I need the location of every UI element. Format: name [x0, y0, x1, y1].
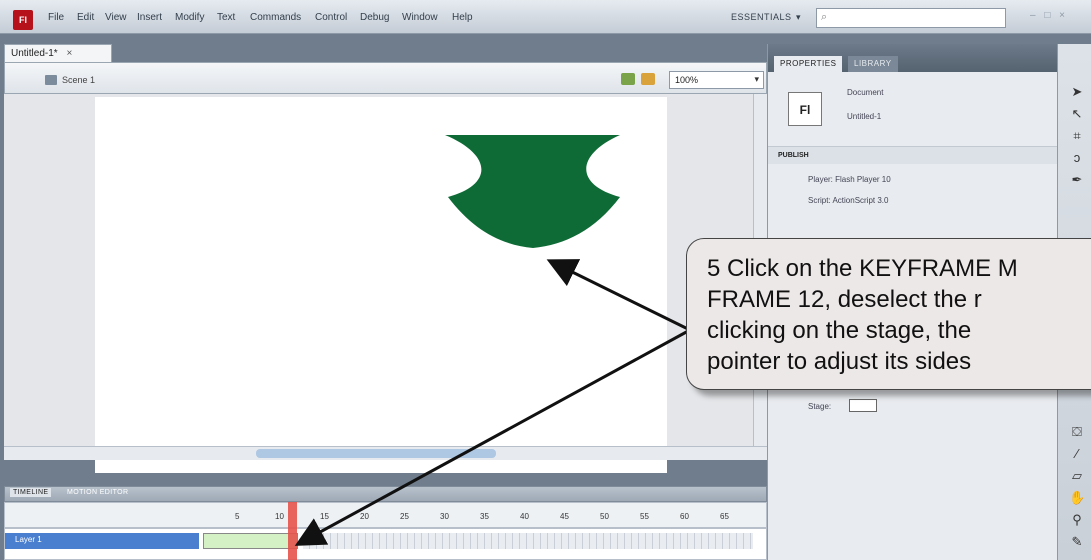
scroll-thumb[interactable]	[256, 449, 496, 458]
script-setting: Script: ActionScript 3.0	[808, 196, 889, 205]
flash-app-window: Fl File Edit View Insert Modify Text Com…	[0, 0, 1091, 560]
stage-color-label: Stage:	[808, 402, 832, 411]
edit-symbols-icon[interactable]	[641, 73, 655, 85]
chevron-down-icon[interactable]: ▾	[796, 12, 801, 23]
menu-control[interactable]: Control	[315, 12, 347, 23]
frame-ruler[interactable]: 5 10 15 20 25 30 35 40 45 50 55 60 65	[4, 502, 767, 528]
menu-debug[interactable]: Debug	[360, 12, 389, 23]
menu-window[interactable]: Window	[402, 12, 438, 23]
panel-tabs: PROPERTIES LIBRARY	[768, 44, 1058, 72]
stroke-color-icon[interactable]: ✎	[1069, 534, 1085, 550]
frame-number: 35	[480, 512, 489, 521]
paint-bucket-icon[interactable]: ⛋	[1069, 424, 1085, 440]
menu-file[interactable]: File	[48, 12, 64, 23]
layer-row[interactable]: Layer 1	[4, 528, 767, 560]
subselection-tool-icon[interactable]: ↖	[1069, 106, 1085, 122]
selection-tool-icon[interactable]: ➤	[1069, 84, 1085, 100]
frame-number: 55	[640, 512, 649, 521]
hand-tool-icon[interactable]: ✋	[1069, 490, 1085, 506]
close-icon[interactable]: ×	[66, 48, 72, 59]
document-tab[interactable]: Untitled-1* ×	[4, 44, 112, 62]
scene-icon	[45, 75, 57, 85]
zoom-select[interactable]: 100% ▾	[669, 71, 764, 89]
menu-text[interactable]: Text	[217, 12, 235, 23]
pen-tool-icon[interactable]: ✒	[1069, 172, 1085, 188]
edit-scene-icon[interactable]	[621, 73, 635, 85]
callout-text: 5 Click on the KEYFRAME M FRAME 12, dese…	[707, 255, 1018, 375]
frame-number: 15	[320, 512, 329, 521]
free-transform-icon[interactable]: ⌗	[1069, 128, 1085, 144]
document-name: Untitled-1	[847, 112, 882, 121]
chevron-down-icon: ▾	[754, 74, 759, 84]
menu-modify[interactable]: Modify	[175, 12, 204, 23]
scene-label[interactable]: Scene 1	[62, 75, 95, 85]
stage-color-swatch[interactable]	[849, 399, 877, 412]
help-search-input[interactable]: ⌕	[816, 8, 1006, 28]
frame-number: 40	[520, 512, 529, 521]
eraser-icon[interactable]: ▱	[1069, 468, 1085, 484]
flash-logo: Fl	[13, 10, 33, 30]
tab-library[interactable]: LIBRARY	[848, 56, 898, 72]
timeline-panel-header: TIMELINE MOTION EDITOR	[4, 486, 767, 502]
edit-bar: Scene 1 100% ▾	[4, 62, 767, 94]
pasteboard[interactable]	[4, 94, 753, 473]
document-type: Document	[847, 88, 884, 97]
zoom-value: 100%	[675, 75, 699, 85]
frame-number: 30	[440, 512, 449, 521]
green-shape[interactable]	[445, 135, 620, 250]
instruction-callout: 5 Click on the KEYFRAME M FRAME 12, dese…	[686, 238, 1091, 390]
menu-edit[interactable]: Edit	[77, 12, 94, 23]
frame-number: 50	[600, 512, 609, 521]
horizontal-scrollbar[interactable]	[4, 446, 767, 460]
player-setting: Player: Flash Player 10	[808, 175, 891, 184]
document-tab-label: Untitled-1*	[11, 48, 58, 59]
frame-number: 5	[235, 512, 240, 521]
menu-bar: Fl File Edit View Insert Modify Text Com…	[0, 0, 1091, 34]
workspace-switcher[interactable]: ESSENTIALS	[731, 12, 792, 22]
lasso-tool-icon[interactable]: ↄ	[1069, 150, 1085, 165]
publish-section-header[interactable]: PUBLISH	[768, 146, 1058, 164]
empty-frames[interactable]	[303, 533, 753, 549]
tween-span[interactable]	[203, 533, 298, 549]
tab-timeline[interactable]: TIMELINE	[10, 488, 52, 497]
frame-number: 20	[360, 512, 369, 521]
menu-commands[interactable]: Commands	[250, 12, 301, 23]
frame-number: 25	[400, 512, 409, 521]
frame-number: 10	[275, 512, 284, 521]
tab-properties[interactable]: PROPERTIES	[774, 56, 843, 72]
frame-number: 45	[560, 512, 569, 521]
zoom-tool-icon[interactable]: ⚲	[1069, 512, 1085, 528]
frame-number: 60	[680, 512, 689, 521]
window-controls[interactable]: – □ ×	[1030, 10, 1068, 21]
menu-view[interactable]: View	[105, 12, 127, 23]
layer-name[interactable]: Layer 1	[5, 533, 199, 549]
search-icon: ⌕	[821, 11, 828, 23]
menu-insert[interactable]: Insert	[137, 12, 162, 23]
menu-help[interactable]: Help	[452, 12, 473, 23]
tab-motion-editor[interactable]: MOTION EDITOR	[67, 489, 128, 496]
eyedropper-icon[interactable]: ⁄	[1069, 446, 1085, 461]
document-icon: Fl	[788, 92, 822, 126]
playhead[interactable]	[288, 502, 297, 560]
stage[interactable]	[95, 97, 667, 473]
frame-number: 65	[720, 512, 729, 521]
